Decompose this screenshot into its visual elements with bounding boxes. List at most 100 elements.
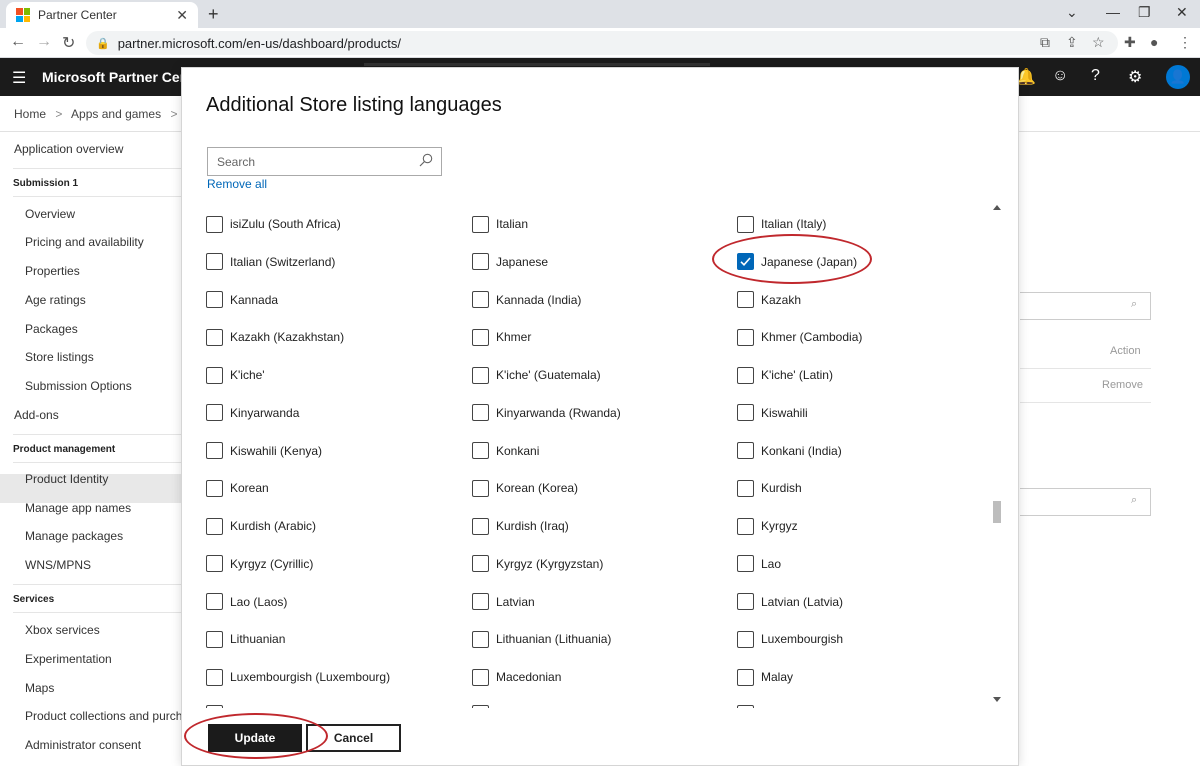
- language-option[interactable]: Malay: [737, 667, 793, 687]
- sidebar-item-experimentation[interactable]: Experimentation: [25, 652, 112, 666]
- tab-close-icon[interactable]: ✕: [176, 7, 188, 24]
- language-option[interactable]: Kannada: [206, 290, 278, 310]
- language-option[interactable]: Italian (Italy): [737, 214, 826, 234]
- language-checkbox[interactable]: [472, 253, 489, 271]
- new-tab-button[interactable]: +: [208, 4, 219, 25]
- language-option[interactable]: Italian: [472, 214, 528, 234]
- language-checkbox[interactable]: [206, 668, 223, 686]
- language-checkbox[interactable]: [206, 555, 223, 573]
- language-checkbox[interactable]: [737, 593, 754, 610]
- language-option[interactable]: Kyrgyz (Cyrillic): [206, 554, 313, 574]
- language-checkbox[interactable]: [737, 442, 754, 459]
- language-checkbox[interactable]: [472, 479, 489, 497]
- language-option[interactable]: Macedonian: [472, 667, 561, 687]
- language-checkbox[interactable]: [206, 328, 223, 346]
- language-checkbox[interactable]: [472, 215, 489, 233]
- language-option[interactable]: Lao (Laos): [206, 592, 287, 612]
- sidebar-item-application-overview[interactable]: Application overview: [14, 142, 123, 156]
- language-option[interactable]: Kurdish (Iraq): [472, 516, 569, 536]
- language-checkbox[interactable]: [472, 291, 489, 308]
- language-option[interactable]: Khmer (Cambodia): [737, 327, 862, 347]
- language-checkbox[interactable]: [737, 479, 754, 497]
- language-checkbox[interactable]: [737, 704, 754, 708]
- update-button[interactable]: Update: [208, 724, 302, 752]
- sidebar-item-pricing[interactable]: Pricing and availability: [25, 235, 144, 249]
- language-checkbox[interactable]: [206, 704, 223, 708]
- address-bar[interactable]: 🔒 partner.microsoft.com/en-us/dashboard/…: [86, 31, 1118, 55]
- language-checkbox[interactable]: [737, 291, 754, 308]
- sidebar-item-maps[interactable]: Maps: [25, 681, 54, 695]
- language-option[interactable]: Kinyarwanda: [206, 403, 299, 423]
- help-icon[interactable]: ?: [1091, 67, 1100, 85]
- sidebar-item-product-identity[interactable]: Product Identity: [25, 472, 108, 486]
- language-option[interactable]: Japanese: [472, 252, 548, 272]
- sidebar-item-manage-app-names[interactable]: Manage app names: [25, 501, 131, 515]
- language-option[interactable]: Latvian: [472, 592, 535, 612]
- back-icon[interactable]: ←: [10, 33, 26, 51]
- language-checkbox[interactable]: [206, 517, 223, 535]
- language-checkbox[interactable]: [472, 630, 489, 648]
- avatar[interactable]: 👤: [1166, 65, 1190, 89]
- language-option[interactable]: Italian (Switzerland): [206, 252, 335, 272]
- language-option[interactable]: Japanese (Japan): [737, 252, 857, 272]
- bookmark-star-icon[interactable]: ☆: [1092, 34, 1105, 51]
- language-checkbox[interactable]: [472, 593, 489, 610]
- language-option[interactable]: Kyrgyz: [737, 516, 798, 536]
- forward-icon[interactable]: →: [36, 33, 52, 51]
- language-checkbox[interactable]: [472, 555, 489, 573]
- language-option[interactable]: isiZulu (South Africa): [206, 214, 341, 234]
- language-checkbox[interactable]: [206, 366, 223, 384]
- breadcrumb-home[interactable]: Home: [14, 107, 46, 121]
- language-option[interactable]: Kazakh: [737, 290, 801, 310]
- language-checkbox[interactable]: [206, 404, 223, 422]
- minimize-button[interactable]: —: [1106, 4, 1120, 20]
- language-checkbox[interactable]: [206, 215, 223, 233]
- language-checkbox[interactable]: [472, 442, 489, 459]
- reload-icon[interactable]: ↻: [62, 33, 75, 53]
- language-checkbox[interactable]: [206, 593, 223, 610]
- language-option[interactable]: Kurdish: [737, 478, 802, 498]
- language-checkbox[interactable]: [472, 404, 489, 422]
- language-checkbox[interactable]: [737, 366, 754, 384]
- search-input[interactable]: [217, 154, 407, 169]
- translate-icon[interactable]: ⧉: [1040, 34, 1050, 51]
- profile-icon[interactable]: ●: [1150, 34, 1158, 50]
- sidebar-item-administrator-consent[interactable]: Administrator consent: [25, 738, 141, 752]
- sidebar-item-wns-mpns[interactable]: WNS/MPNS: [25, 558, 91, 572]
- language-checkbox[interactable]: [206, 253, 223, 271]
- sidebar-item-packages[interactable]: Packages: [25, 322, 78, 336]
- sidebar-item-submission-options[interactable]: Submission Options: [25, 379, 132, 393]
- language-option[interactable]: Kiswahili (Kenya): [206, 441, 322, 461]
- language-checkbox[interactable]: [737, 555, 754, 573]
- language-option[interactable]: Korean: [206, 478, 269, 498]
- scrollbar[interactable]: [990, 201, 1004, 711]
- cancel-button[interactable]: Cancel: [306, 724, 401, 752]
- language-checkbox[interactable]: [472, 668, 489, 686]
- sidebar-item-overview[interactable]: Overview: [25, 207, 75, 221]
- language-checkbox[interactable]: [472, 517, 489, 535]
- language-option[interactable]: Kazakh (Kazakhstan): [206, 327, 344, 347]
- language-checkbox[interactable]: [206, 291, 223, 308]
- language-checkbox[interactable]: [737, 630, 754, 648]
- language-checkbox[interactable]: [206, 442, 223, 459]
- smiley-icon[interactable]: ☺: [1052, 67, 1068, 85]
- language-option[interactable]: Latvian (Latvia): [737, 592, 843, 612]
- language-option[interactable]: Konkani (India): [737, 441, 842, 461]
- language-option[interactable]: Kiswahili: [737, 403, 808, 423]
- language-option[interactable]: Luxembourgish: [737, 629, 843, 649]
- menu-dots-icon[interactable]: ⋮: [1178, 34, 1192, 51]
- language-checkbox[interactable]: [737, 215, 754, 233]
- sidebar-item-add-ons[interactable]: Add-ons: [14, 408, 59, 422]
- settings-icon[interactable]: ⚙: [1128, 67, 1142, 87]
- language-option[interactable]: K'iche' (Latin): [737, 365, 833, 385]
- scroll-thumb[interactable]: [993, 501, 1001, 523]
- hamburger-menu-icon[interactable]: ☰: [12, 68, 26, 88]
- language-checkbox[interactable]: [737, 253, 754, 271]
- language-checkbox[interactable]: [472, 328, 489, 346]
- language-checkbox[interactable]: [737, 517, 754, 535]
- language-checkbox[interactable]: [737, 404, 754, 422]
- language-option[interactable]: Korean (Korea): [472, 478, 578, 498]
- scroll-up-arrow-icon[interactable]: [993, 205, 1001, 210]
- sidebar-item-manage-packages[interactable]: Manage packages: [25, 529, 123, 543]
- remove-all-link[interactable]: Remove all: [207, 177, 267, 191]
